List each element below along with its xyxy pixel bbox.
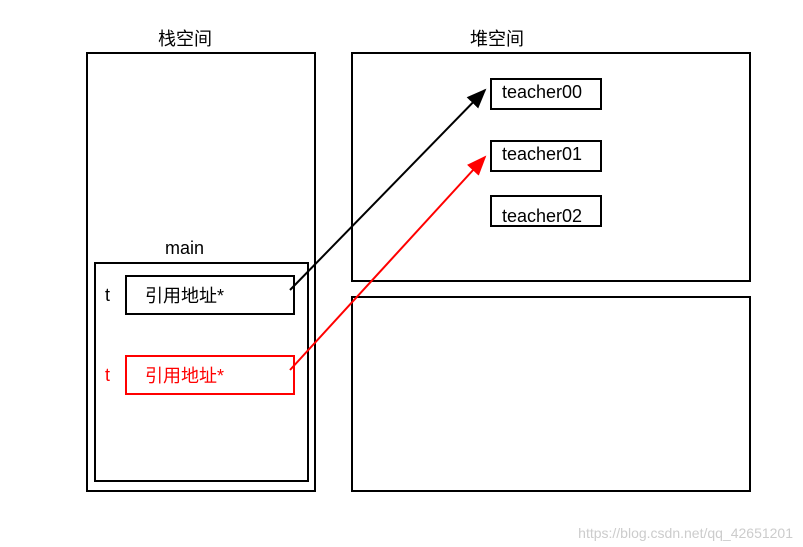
heap-obj1-text: teacher01 (502, 144, 582, 165)
heap-obj0-text: teacher00 (502, 82, 582, 103)
heap-title: 堆空间 (470, 25, 524, 51)
heap-obj2-text: teacher02 (502, 206, 582, 227)
stack-title: 栈空间 (158, 25, 212, 51)
ref1-var: t (105, 285, 110, 306)
ref2-var: t (105, 365, 110, 386)
watermark-text: https://blog.csdn.net/qq_42651201 (578, 525, 793, 541)
ref1-text: 引用地址* (145, 282, 224, 308)
heap-lower-box (351, 296, 751, 492)
ref2-text: 引用地址* (145, 362, 224, 388)
main-label: main (165, 238, 204, 259)
